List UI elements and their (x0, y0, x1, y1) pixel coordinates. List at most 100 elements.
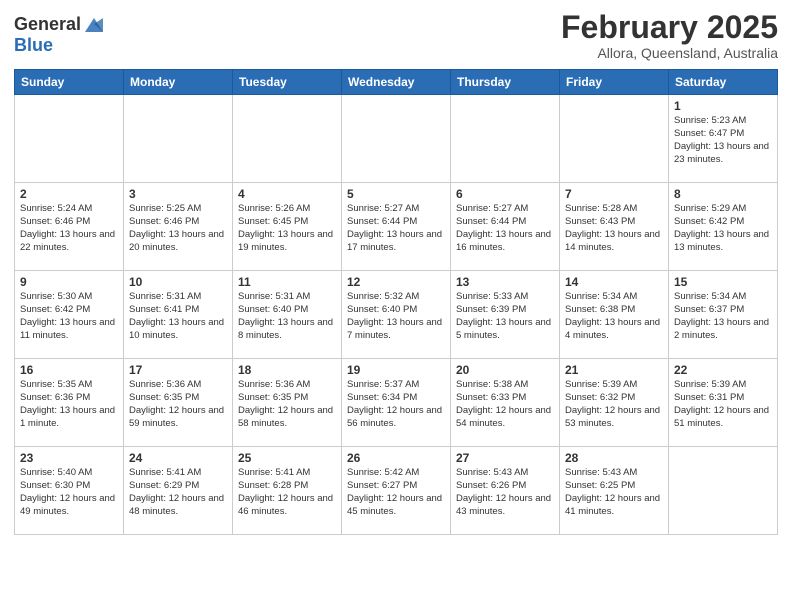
day-info: Sunrise: 5:42 AM Sunset: 6:27 PM Dayligh… (347, 467, 445, 518)
day-info: Sunrise: 5:41 AM Sunset: 6:28 PM Dayligh… (238, 467, 336, 518)
calendar-header-row: SundayMondayTuesdayWednesdayThursdayFrid… (15, 70, 778, 95)
calendar-cell: 18 Sunrise: 5:36 AM Sunset: 6:35 PM Dayli… (233, 359, 342, 447)
day-info: Sunrise: 5:37 AM Sunset: 6:34 PM Dayligh… (347, 379, 445, 430)
day-number: 17 (129, 363, 227, 377)
day-number: 11 (238, 275, 336, 289)
calendar-cell: 23Sunrise: 5:40 AM Sunset: 6:30 PM Dayli… (15, 447, 124, 535)
calendar-cell: 25 Sunrise: 5:41 AM Sunset: 6:28 PM Dayli… (233, 447, 342, 535)
day-number: 3 (129, 187, 227, 201)
day-number: 28 (565, 451, 663, 465)
day-number: 9 (20, 275, 118, 289)
calendar-week-3: 16 Sunrise: 5:35 AM Sunset: 6:36 PM Dayli… (15, 359, 778, 447)
day-number: 15 (674, 275, 772, 289)
calendar-week-4: 23Sunrise: 5:40 AM Sunset: 6:30 PM Dayli… (15, 447, 778, 535)
calendar-cell (15, 95, 124, 183)
calendar-cell: 12 Sunrise: 5:32 AM Sunset: 6:40 PM Dayli… (342, 271, 451, 359)
month-title: February 2025 (561, 10, 778, 45)
calendar-cell: 28 Sunrise: 5:43 AM Sunset: 6:25 PM Dayli… (560, 447, 669, 535)
day-number: 6 (456, 187, 554, 201)
calendar-header-wednesday: Wednesday (342, 70, 451, 95)
day-info: Sunrise: 5:30 AM Sunset: 6:42 PM Dayligh… (20, 291, 118, 342)
calendar-cell: 3Sunrise: 5:25 AM Sunset: 6:46 PM Daylig… (124, 183, 233, 271)
calendar-cell (669, 447, 778, 535)
calendar-cell: 19 Sunrise: 5:37 AM Sunset: 6:34 PM Dayli… (342, 359, 451, 447)
calendar-cell: 14Sunrise: 5:34 AM Sunset: 6:38 PM Dayli… (560, 271, 669, 359)
day-info: Sunrise: 5:31 AM Sunset: 6:41 PM Dayligh… (129, 291, 227, 342)
calendar-cell: 8 Sunrise: 5:29 AM Sunset: 6:42 PM Daylig… (669, 183, 778, 271)
calendar-cell: 2 Sunrise: 5:24 AM Sunset: 6:46 PM Daylig… (15, 183, 124, 271)
day-info: Sunrise: 5:26 AM Sunset: 6:45 PM Dayligh… (238, 203, 336, 254)
calendar-week-1: 2 Sunrise: 5:24 AM Sunset: 6:46 PM Daylig… (15, 183, 778, 271)
title-block: February 2025 Allora, Queensland, Austra… (561, 10, 778, 61)
logo: General Blue (14, 14, 105, 56)
day-info: Sunrise: 5:39 AM Sunset: 6:32 PM Dayligh… (565, 379, 663, 430)
day-info: Sunrise: 5:35 AM Sunset: 6:36 PM Dayligh… (20, 379, 118, 430)
calendar-cell: 24 Sunrise: 5:41 AM Sunset: 6:29 PM Dayli… (124, 447, 233, 535)
day-number: 25 (238, 451, 336, 465)
logo-blue: Blue (14, 36, 105, 56)
calendar-week-0: 1 Sunrise: 5:23 AM Sunset: 6:47 PM Daylig… (15, 95, 778, 183)
day-number: 8 (674, 187, 772, 201)
day-number: 1 (674, 99, 772, 113)
calendar-cell: 11 Sunrise: 5:31 AM Sunset: 6:40 PM Dayli… (233, 271, 342, 359)
calendar-cell: 6 Sunrise: 5:27 AM Sunset: 6:44 PM Daylig… (451, 183, 560, 271)
calendar-cell (560, 95, 669, 183)
day-info: Sunrise: 5:27 AM Sunset: 6:44 PM Dayligh… (456, 203, 554, 254)
day-info: Sunrise: 5:36 AM Sunset: 6:35 PM Dayligh… (238, 379, 336, 430)
day-number: 20 (456, 363, 554, 377)
logo-general: General (14, 15, 81, 35)
calendar-cell: 21 Sunrise: 5:39 AM Sunset: 6:32 PM Dayli… (560, 359, 669, 447)
day-info: Sunrise: 5:43 AM Sunset: 6:25 PM Dayligh… (565, 467, 663, 518)
day-info: Sunrise: 5:29 AM Sunset: 6:42 PM Dayligh… (674, 203, 772, 254)
calendar-cell: 16 Sunrise: 5:35 AM Sunset: 6:36 PM Dayli… (15, 359, 124, 447)
calendar-cell: 10 Sunrise: 5:31 AM Sunset: 6:41 PM Dayli… (124, 271, 233, 359)
day-info: Sunrise: 5:32 AM Sunset: 6:40 PM Dayligh… (347, 291, 445, 342)
calendar-cell: 17 Sunrise: 5:36 AM Sunset: 6:35 PM Dayli… (124, 359, 233, 447)
day-number: 18 (238, 363, 336, 377)
day-number: 4 (238, 187, 336, 201)
day-number: 10 (129, 275, 227, 289)
calendar-cell (342, 95, 451, 183)
calendar-header-friday: Friday (560, 70, 669, 95)
calendar-cell: 9 Sunrise: 5:30 AM Sunset: 6:42 PM Daylig… (15, 271, 124, 359)
calendar-header-tuesday: Tuesday (233, 70, 342, 95)
day-number: 5 (347, 187, 445, 201)
day-number: 14 (565, 275, 663, 289)
day-number: 21 (565, 363, 663, 377)
calendar-cell (451, 95, 560, 183)
day-info: Sunrise: 5:31 AM Sunset: 6:40 PM Dayligh… (238, 291, 336, 342)
calendar-cell: 13Sunrise: 5:33 AM Sunset: 6:39 PM Dayli… (451, 271, 560, 359)
day-info: Sunrise: 5:39 AM Sunset: 6:31 PM Dayligh… (674, 379, 772, 430)
calendar-header-monday: Monday (124, 70, 233, 95)
day-info: Sunrise: 5:24 AM Sunset: 6:46 PM Dayligh… (20, 203, 118, 254)
day-number: 2 (20, 187, 118, 201)
calendar-cell: 26 Sunrise: 5:42 AM Sunset: 6:27 PM Dayli… (342, 447, 451, 535)
calendar-cell: 15 Sunrise: 5:34 AM Sunset: 6:37 PM Dayli… (669, 271, 778, 359)
day-info: Sunrise: 5:36 AM Sunset: 6:35 PM Dayligh… (129, 379, 227, 430)
day-info: Sunrise: 5:33 AM Sunset: 6:39 PM Dayligh… (456, 291, 554, 342)
calendar-cell: 27Sunrise: 5:43 AM Sunset: 6:26 PM Dayli… (451, 447, 560, 535)
day-info: Sunrise: 5:28 AM Sunset: 6:43 PM Dayligh… (565, 203, 663, 254)
location: Allora, Queensland, Australia (561, 45, 778, 61)
day-number: 19 (347, 363, 445, 377)
day-info: Sunrise: 5:41 AM Sunset: 6:29 PM Dayligh… (129, 467, 227, 518)
calendar-cell: 22 Sunrise: 5:39 AM Sunset: 6:31 PM Dayli… (669, 359, 778, 447)
day-info: Sunrise: 5:23 AM Sunset: 6:47 PM Dayligh… (674, 115, 772, 166)
day-number: 12 (347, 275, 445, 289)
day-number: 7 (565, 187, 663, 201)
calendar-cell: 5Sunrise: 5:27 AM Sunset: 6:44 PM Daylig… (342, 183, 451, 271)
calendar-cell: 7 Sunrise: 5:28 AM Sunset: 6:43 PM Daylig… (560, 183, 669, 271)
calendar: SundayMondayTuesdayWednesdayThursdayFrid… (14, 69, 778, 535)
day-number: 24 (129, 451, 227, 465)
day-info: Sunrise: 5:34 AM Sunset: 6:37 PM Dayligh… (674, 291, 772, 342)
page: General Blue February 2025 Allora, Queen… (0, 0, 792, 612)
day-number: 27 (456, 451, 554, 465)
calendar-week-2: 9 Sunrise: 5:30 AM Sunset: 6:42 PM Daylig… (15, 271, 778, 359)
day-info: Sunrise: 5:40 AM Sunset: 6:30 PM Dayligh… (20, 467, 118, 518)
day-number: 22 (674, 363, 772, 377)
calendar-header-sunday: Sunday (15, 70, 124, 95)
day-number: 26 (347, 451, 445, 465)
calendar-cell (233, 95, 342, 183)
logo-icon (83, 14, 105, 36)
day-number: 16 (20, 363, 118, 377)
